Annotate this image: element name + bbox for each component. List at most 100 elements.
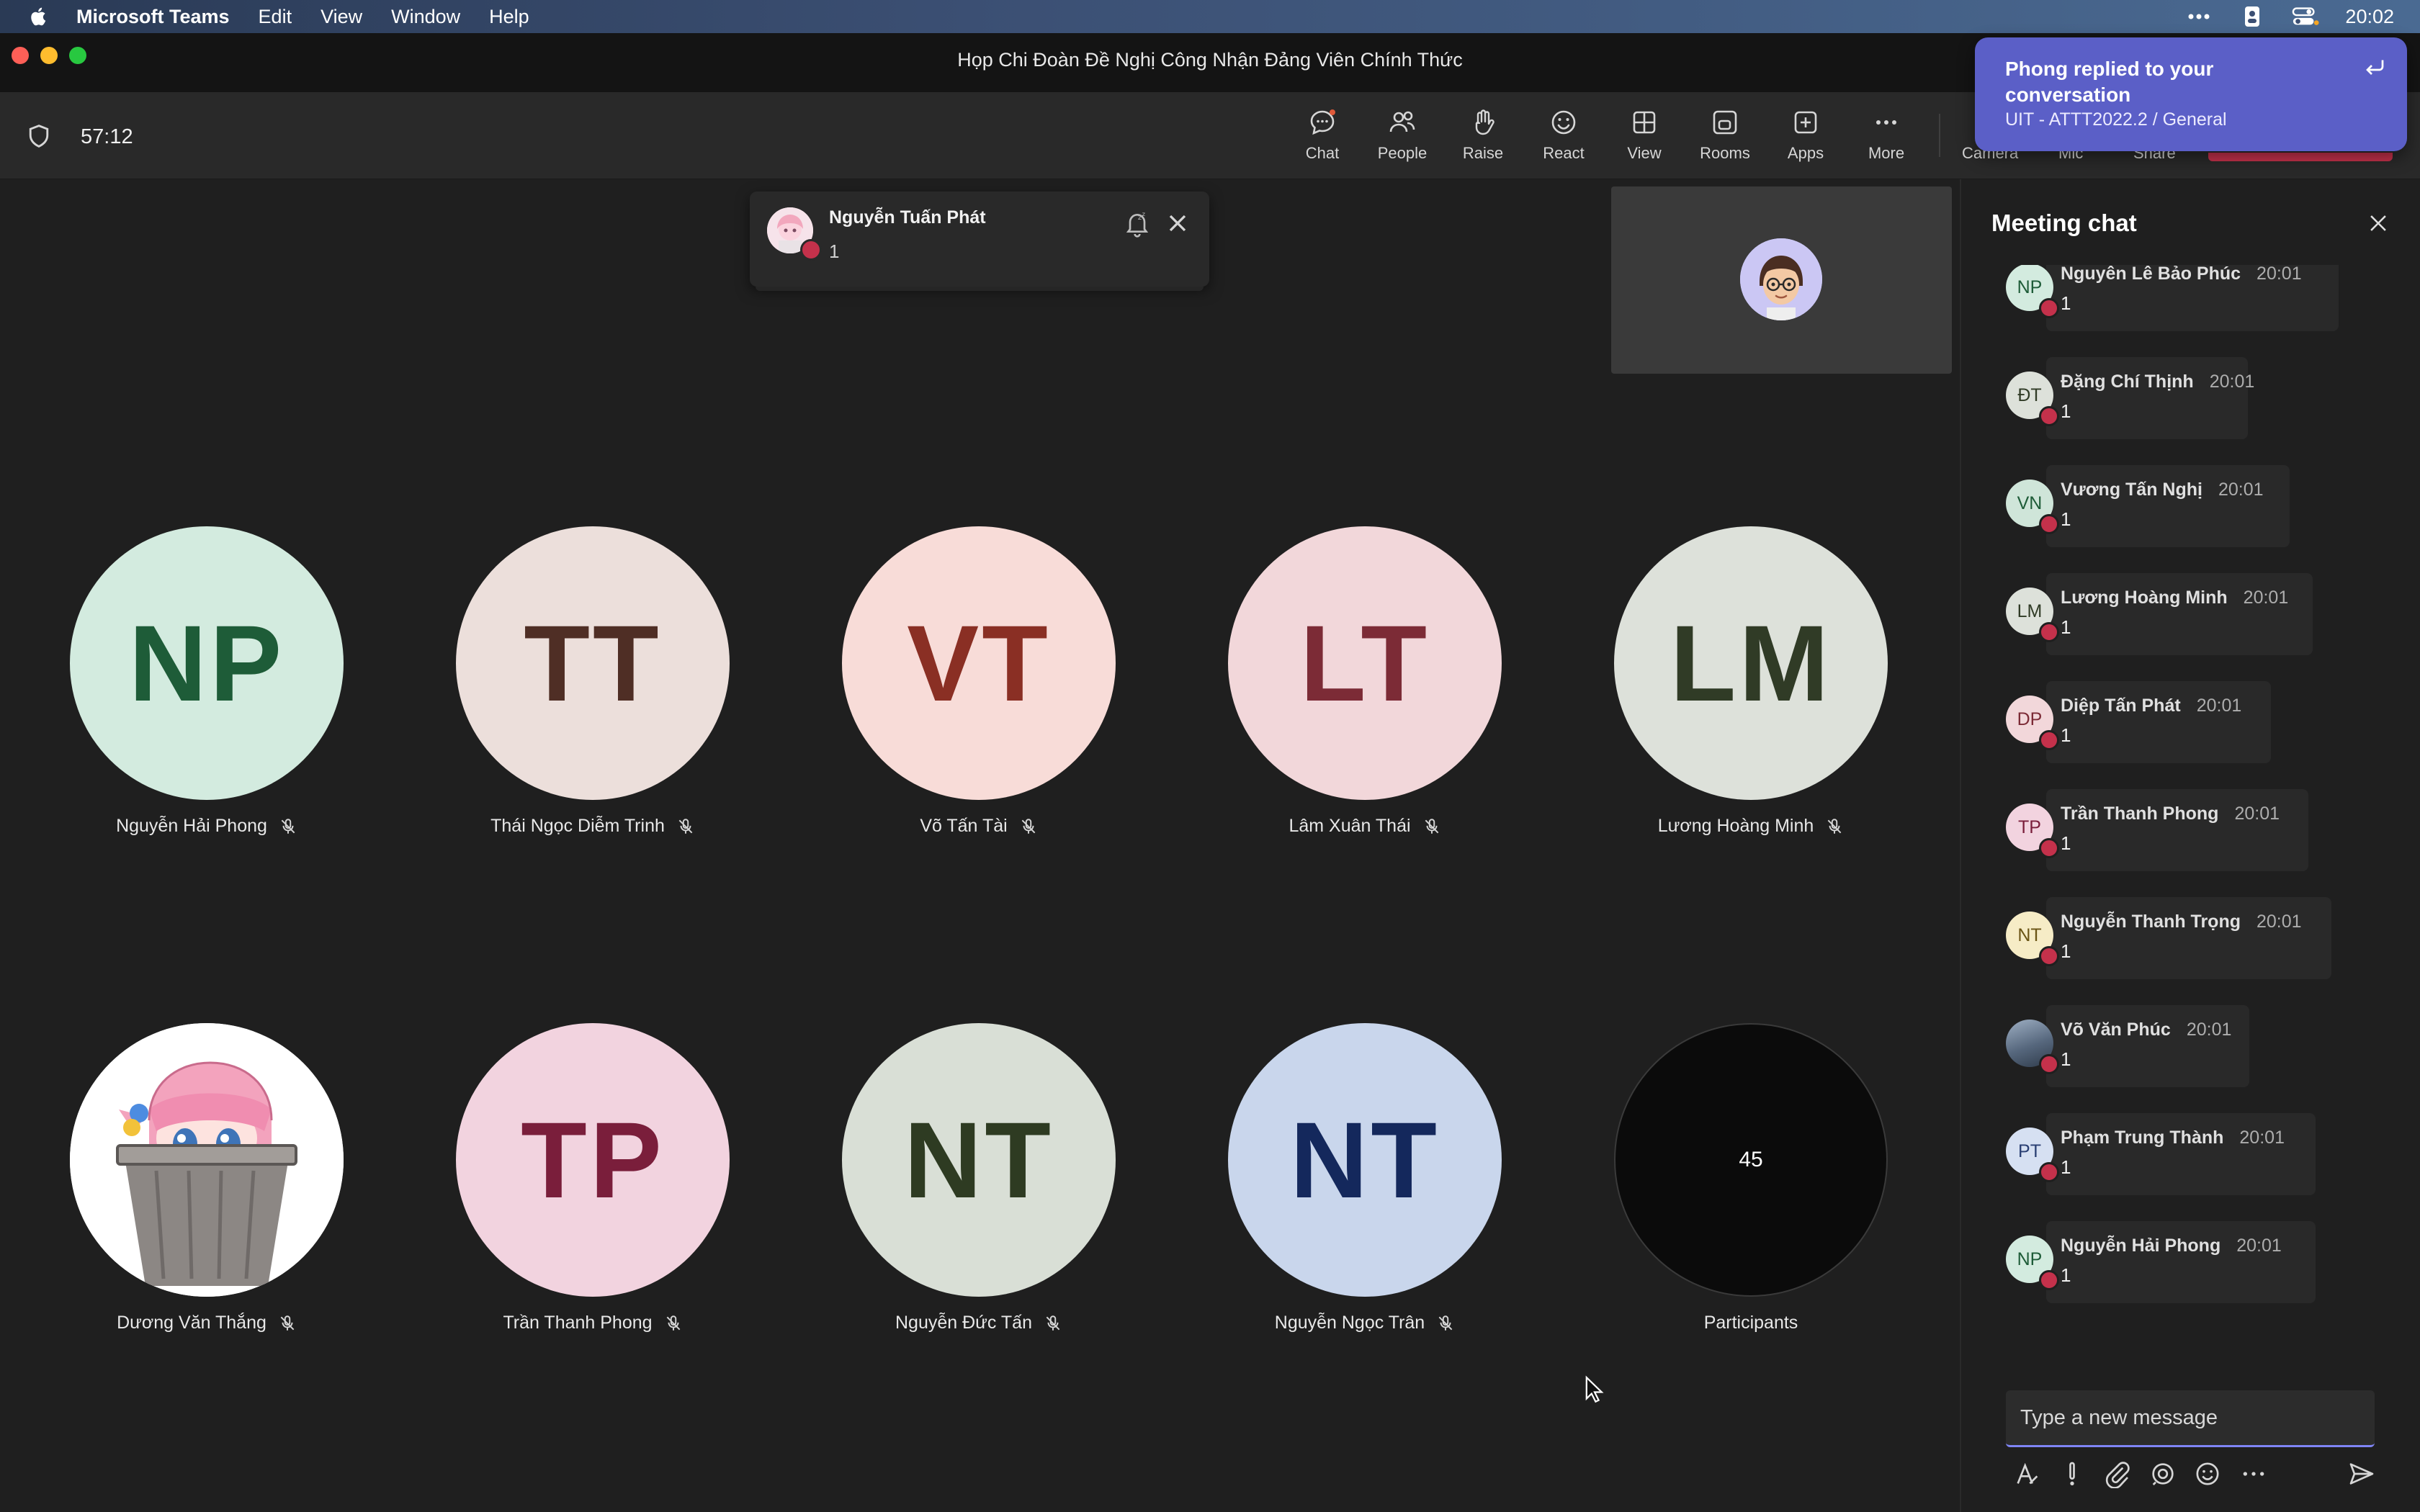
- message-header: Lương Hoàng Minh 20:01: [2061, 588, 2288, 608]
- speaker-message: 1: [829, 240, 840, 262]
- chat-button[interactable]: Chat: [1286, 105, 1358, 170]
- participant-name: Võ Tấn Tài: [920, 816, 1008, 836]
- compose-box[interactable]: [2006, 1390, 2375, 1447]
- participant-name: Nguyễn Hải Phong: [116, 816, 267, 836]
- participant-tile[interactable]: TT Thái Ngọc Diễm Trinh: [456, 526, 730, 836]
- busy-status-dot: [2039, 946, 2059, 966]
- sender-name: Lương Hoàng Minh: [2061, 588, 2228, 608]
- reply-icon[interactable]: [2361, 55, 2387, 81]
- message-time: 20:01: [2234, 804, 2280, 824]
- sender-name: Diệp Tấn Phát: [2061, 696, 2181, 716]
- close-icon[interactable]: [2366, 211, 2390, 235]
- message-header: Nguyễn Hải Phong 20:01: [2061, 1236, 2282, 1256]
- leave-button[interactable]: [2208, 153, 2393, 161]
- emoji-icon[interactable]: [2193, 1459, 2222, 1488]
- sender-name: Phạm Trung Thành: [2061, 1128, 2224, 1148]
- react-button[interactable]: React: [1528, 105, 1600, 170]
- message-time: 20:01: [2218, 480, 2264, 500]
- message-bubble: [2046, 681, 2271, 763]
- mic-off-icon: [678, 819, 693, 834]
- attach-icon[interactable]: [2102, 1459, 2131, 1488]
- notification-toast[interactable]: Phong replied to your conversation UIT -…: [1975, 37, 2407, 151]
- message-input[interactable]: [2006, 1390, 2359, 1445]
- user-badge-icon[interactable]: [2238, 6, 2266, 27]
- rooms-button[interactable]: Rooms: [1689, 105, 1761, 170]
- message-time: 20:01: [2186, 1020, 2232, 1040]
- menu-window[interactable]: Window: [391, 6, 460, 28]
- menu-view[interactable]: View: [321, 6, 362, 28]
- people-button[interactable]: People: [1366, 105, 1438, 170]
- participant-tile[interactable]: Dương Văn Thắng: [70, 1023, 344, 1333]
- speaker-card[interactable]: Nguyễn Tuấn Phát 1 zz: [750, 192, 1209, 291]
- self-view-tile[interactable]: [1611, 186, 1952, 374]
- raise-hand-button[interactable]: Raise: [1447, 105, 1519, 170]
- participant-tile[interactable]: VT Võ Tấn Tài: [842, 526, 1116, 836]
- message-bubble: [2046, 573, 2313, 655]
- message-header: Võ Văn Phúc 20:01: [2061, 1020, 2231, 1040]
- message-bubble: [2046, 1005, 2249, 1087]
- participant-name: Nguyễn Đức Tấn: [895, 1313, 1032, 1333]
- participants-overflow-tile[interactable]: 45 Participants: [1614, 1023, 1888, 1333]
- participant-tile[interactable]: LT Lâm Xuân Thái: [1228, 526, 1502, 836]
- busy-status-dot: [2039, 1270, 2059, 1290]
- participant-name-row: Lương Hoàng Minh: [1571, 816, 1931, 837]
- message-bubble: [2046, 1221, 2316, 1303]
- mic-off-icon: [1438, 1315, 1453, 1331]
- react-icon: [1551, 110, 1576, 135]
- app-name-menu[interactable]: Microsoft Teams: [76, 6, 230, 28]
- sender-name: Nguyễn Thanh Trọng: [2061, 912, 2241, 932]
- menu-help[interactable]: Help: [489, 6, 529, 28]
- control-center-icon[interactable]: [2292, 6, 2319, 27]
- participant-tile[interactable]: NT Nguyễn Ngọc Trân: [1228, 1023, 1502, 1333]
- participant-tile[interactable]: TP Trần Thanh Phong: [456, 1023, 730, 1333]
- send-icon[interactable]: [2347, 1459, 2376, 1488]
- more-button[interactable]: More: [1850, 105, 1922, 170]
- participants-count-circle: 45: [1614, 1023, 1888, 1297]
- menu-edit[interactable]: Edit: [259, 6, 292, 28]
- participant-tile[interactable]: NT Nguyễn Đức Tấn: [842, 1023, 1116, 1333]
- mic-off-icon: [1827, 819, 1842, 834]
- message-header: Nguyên Lê Bảo Phúc 20:01: [2061, 265, 2302, 284]
- toolbar-divider: [1939, 114, 1940, 157]
- format-icon[interactable]: [2013, 1459, 2042, 1488]
- menubar-more-icon[interactable]: [2185, 6, 2213, 27]
- busy-status-dot: [2039, 838, 2059, 858]
- message-time: 20:01: [2239, 1128, 2285, 1148]
- message-bubble: [2046, 357, 2248, 439]
- participant-name-row: Thái Ngọc Diễm Trinh: [413, 816, 773, 837]
- sender-name: Nguyễn Hải Phong: [2061, 1236, 2221, 1256]
- message-bubble: [2046, 897, 2331, 979]
- card-shadow-stack: [756, 287, 1204, 291]
- view-button[interactable]: View: [1608, 105, 1680, 170]
- mic-off-icon: [1046, 1315, 1060, 1331]
- mic-off-icon: [666, 1315, 680, 1331]
- view-grid-icon: [1633, 111, 1656, 134]
- snooze-icon[interactable]: zz: [1123, 209, 1152, 238]
- participant-name-row: Nguyễn Hải Phong: [27, 816, 387, 837]
- busy-status-dot: [2039, 298, 2059, 318]
- participant-avatar: NT: [842, 1023, 1116, 1297]
- participant-tile[interactable]: NP Nguyễn Hải Phong: [70, 526, 344, 836]
- meeting-stage: Nguyễn Tuấn Phát 1 zz NP Nguyễn Hải Phon…: [0, 179, 1959, 1512]
- mic-off-icon: [280, 1315, 295, 1331]
- menubar-clock[interactable]: 20:02: [2345, 6, 2394, 28]
- participant-name-row: Nguyễn Ngọc Trân: [1185, 1313, 1545, 1333]
- message-bubble: [2046, 1113, 2316, 1195]
- more-options-icon[interactable]: [2239, 1459, 2268, 1488]
- participant-name: Lương Hoàng Minh: [1657, 816, 1814, 836]
- react-label: React: [1543, 144, 1585, 162]
- rooms-label: Rooms: [1700, 144, 1750, 162]
- close-icon[interactable]: [1163, 209, 1192, 238]
- notification-title: Phong replied to your conversation: [2005, 58, 2214, 106]
- participant-tile[interactable]: LM Lương Hoàng Minh: [1614, 526, 1888, 836]
- speaker-name: Nguyễn Tuấn Phát: [829, 207, 986, 228]
- svg-text:z: z: [1138, 214, 1142, 222]
- apple-icon[interactable]: [27, 5, 50, 28]
- loop-icon[interactable]: [2148, 1459, 2177, 1488]
- important-icon[interactable]: [2058, 1459, 2087, 1488]
- participant-name: Trần Thanh Phong: [503, 1313, 653, 1333]
- busy-status-dot: [800, 239, 822, 261]
- message-time: 20:01: [2243, 588, 2289, 608]
- apps-button[interactable]: Apps: [1770, 105, 1842, 170]
- shield-icon[interactable]: [27, 124, 50, 148]
